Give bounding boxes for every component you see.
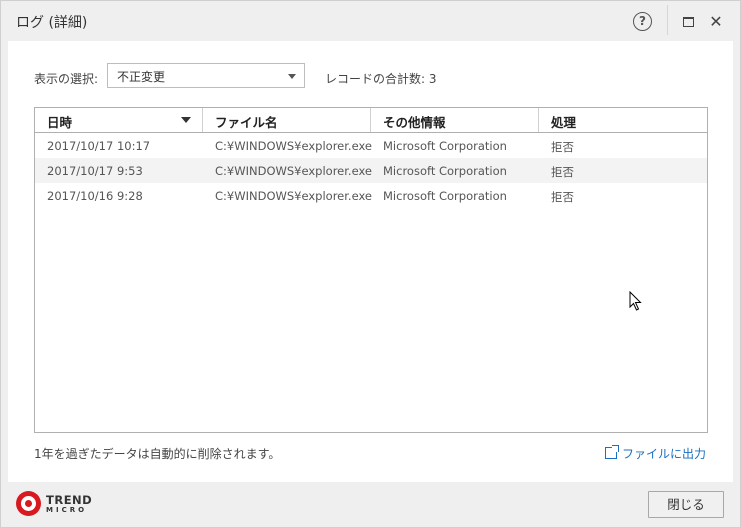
close-icon[interactable]: ✕: [707, 11, 725, 33]
column-header-other-info[interactable]: その他情報: [371, 108, 539, 132]
table-row[interactable]: 2017/10/17 10:17 C:¥WINDOWS¥explorer.exe…: [35, 133, 707, 158]
filter-selected-value: 不正変更: [117, 70, 166, 84]
trend-micro-logo: TREND MICRO: [16, 491, 106, 517]
maximize-icon[interactable]: [683, 17, 694, 27]
logo-text-trend: TREND: [46, 493, 93, 507]
cell-filename: C:¥WINDOWS¥explorer.exe: [215, 164, 372, 178]
column-header-filename[interactable]: ファイル名: [203, 108, 371, 132]
cell-filename: C:¥WINDOWS¥explorer.exe: [215, 189, 372, 203]
sort-desc-icon: [181, 117, 191, 123]
main-panel: 表示の選択: 不正変更 レコードの合計数: 3 日時 ファイル名 その他情報 処…: [8, 41, 733, 482]
trend-micro-mark-icon: [16, 491, 41, 516]
cell-datetime: 2017/10/17 10:17: [47, 139, 151, 153]
column-header-datetime[interactable]: 日時: [35, 108, 203, 132]
export-label: ファイルに出力: [622, 447, 707, 461]
cell-action: 拒否: [551, 165, 574, 179]
log-detail-window: ログ (詳細) ? ✕ 表示の選択: 不正変更 レコードの合計数: 3 日時 フ…: [0, 0, 741, 528]
cell-filename: C:¥WINDOWS¥explorer.exe: [215, 139, 372, 153]
export-to-file-link[interactable]: ファイルに出力: [605, 445, 706, 462]
cell-action: 拒否: [551, 190, 574, 204]
record-count: レコードの合計数: 3: [325, 72, 437, 86]
cell-other-info: Microsoft Corporation: [383, 164, 507, 178]
column-header-action[interactable]: 処理: [539, 108, 707, 132]
help-icon[interactable]: ?: [633, 12, 652, 31]
title-divider: [667, 5, 668, 35]
filter-label: 表示の選択:: [34, 72, 99, 86]
table-row[interactable]: 2017/10/16 9:28 C:¥WINDOWS¥explorer.exe …: [35, 183, 707, 208]
external-link-icon: [605, 445, 619, 459]
table-header: 日時 ファイル名 その他情報 処理: [35, 108, 707, 133]
cell-action: 拒否: [551, 140, 574, 154]
logo-text-micro: MICRO: [46, 506, 88, 514]
window-title: ログ (詳細): [16, 15, 88, 31]
close-button[interactable]: 閉じる: [648, 491, 724, 518]
cell-datetime: 2017/10/16 9:28: [47, 189, 143, 203]
retention-note: 1年を過ぎたデータは自動的に削除されます。: [34, 447, 281, 461]
cell-other-info: Microsoft Corporation: [383, 139, 507, 153]
chevron-down-icon: [288, 74, 296, 79]
filter-dropdown[interactable]: 不正変更: [107, 63, 305, 88]
mouse-pointer-icon: [629, 291, 642, 311]
title-bar: ログ (詳細) ? ✕: [1, 1, 740, 41]
table-row[interactable]: 2017/10/17 9:53 C:¥WINDOWS¥explorer.exe …: [35, 158, 707, 183]
log-table: 日時 ファイル名 その他情報 処理 2017/10/17 10:17 C:¥WI…: [34, 107, 708, 433]
cell-datetime: 2017/10/17 9:53: [47, 164, 143, 178]
cell-other-info: Microsoft Corporation: [383, 189, 507, 203]
